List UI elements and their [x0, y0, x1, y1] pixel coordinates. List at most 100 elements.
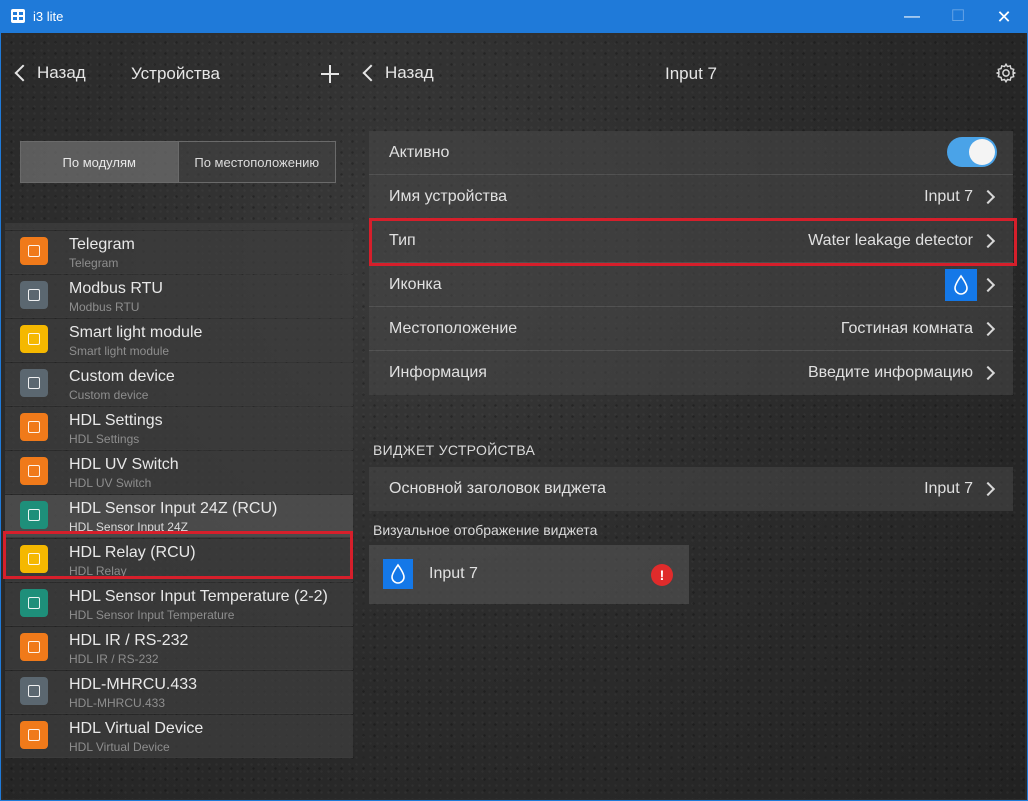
widget-preview[interactable]: Input 7 !: [369, 545, 689, 604]
device-list-item[interactable]: Custom device Custom device: [5, 363, 353, 406]
icon-label: Иконка: [389, 276, 442, 293]
device-name: HDL-MHRCU.433: [69, 676, 198, 693]
minimize-button[interactable]: —: [889, 1, 935, 33]
device-name: HDL IR / RS-232: [69, 632, 189, 649]
segment-by-modules[interactable]: По модулям: [21, 142, 178, 182]
info-row[interactable]: Информация Введите информацию: [369, 351, 1013, 395]
devices-header: Назад Устройства: [3, 33, 353, 113]
widget-preview-name: Input 7: [429, 565, 478, 582]
chevron-right-icon: [980, 321, 996, 337]
device-list-item[interactable]: HDL Sensor Input Temperature (2-2) HDL Se…: [5, 583, 353, 626]
device-name-label: Имя устройства: [389, 188, 508, 205]
device-list-item[interactable]: HDL-MHRCU.433 HDL-MHRCU.433: [5, 671, 353, 714]
detail-header: Назад Input 7: [353, 33, 1025, 113]
device-list-item[interactable]: HDL UV Switch HDL UV Switch: [5, 451, 353, 494]
telegram-icon: [20, 237, 48, 265]
app-content: Назад Устройства По модулям По местополо…: [3, 33, 1025, 799]
device-subtitle: HDL Sensor Input Temperature: [69, 608, 235, 622]
device-name: Modbus RTU: [69, 280, 163, 297]
device-subtitle: HDL Virtual Device: [69, 740, 170, 754]
chevron-right-icon: [980, 481, 996, 497]
app-window: i3 lite — ☐ ✕ Назад Устройства По модуля…: [0, 0, 1028, 801]
device-list-item[interactable]: HDL Virtual Device HDL Virtual Device: [5, 715, 353, 758]
device-name-value: Input 7: [924, 188, 973, 205]
widget-title-inner: Основной заголовок виджета Input 7: [369, 467, 1013, 511]
device-list-item[interactable]: HDL IR / RS-232 HDL IR / RS-232: [5, 627, 353, 670]
widget-title-row[interactable]: Основной заголовок виджета Input 7: [369, 467, 1013, 511]
widget-title-value: Input 7: [924, 480, 973, 497]
gear-icon[interactable]: [995, 62, 1017, 84]
device-name: Smart light module: [69, 324, 203, 341]
chevron-right-icon: [980, 365, 996, 381]
device-subtitle: Modbus RTU: [69, 300, 140, 314]
virtual-device-icon: [20, 721, 48, 749]
device-name: Telegram: [69, 236, 135, 253]
lightbulb-icon: [20, 325, 48, 353]
detail-title: Input 7: [665, 64, 717, 83]
back-label: Назад: [37, 63, 86, 82]
water-drop-icon: [383, 559, 413, 589]
device-settings-card: Активно Имя устройства Input 7 Тип Water…: [369, 131, 1013, 395]
info-value: Введите информацию: [807, 364, 973, 381]
water-drop-icon: [945, 269, 977, 301]
icon-row[interactable]: Иконка: [369, 263, 1013, 307]
add-device-icon[interactable]: [321, 65, 339, 83]
type-label: Тип: [389, 232, 416, 249]
window-title: i3 lite: [33, 9, 64, 24]
thermometer-icon: [20, 589, 48, 617]
devices-back-button[interactable]: Назад: [13, 63, 86, 83]
custom-device-icon: [20, 369, 48, 397]
device-name: HDL Virtual Device: [69, 720, 204, 737]
device-subtitle: HDL UV Switch: [69, 476, 152, 490]
device-subtitle: Smart light module: [69, 344, 170, 358]
device-subtitle: HDL Relay: [69, 564, 127, 578]
device-name: HDL UV Switch: [69, 456, 179, 473]
sensor-input-icon: [20, 501, 48, 529]
app-icon: [11, 9, 25, 23]
chevron-right-icon: [980, 189, 996, 205]
active-label: Активно: [389, 144, 450, 161]
device-name: Custom device: [69, 368, 175, 385]
device-subtitle: Custom device: [69, 388, 149, 402]
location-row[interactable]: Местоположение Гостиная комната: [369, 307, 1013, 351]
devices-title: Устройства: [131, 64, 220, 83]
grouping-segmented-control: По модулям По местоположению: [20, 141, 336, 183]
active-toggle[interactable]: [947, 137, 997, 167]
device-name: HDL Relay (RCU): [69, 544, 196, 561]
maximize-button[interactable]: ☐: [935, 1, 981, 33]
device-subtitle: HDL IR / RS-232: [69, 652, 159, 666]
device-list-item[interactable]: HDL Sensor Input 24Z (RCU) HDL Sensor Inp…: [5, 495, 353, 538]
widget-title-label: Основной заголовок виджета: [389, 480, 607, 497]
title-bar: i3 lite — ☐ ✕: [1, 1, 1027, 33]
close-button[interactable]: ✕: [981, 1, 1027, 33]
device-name-row[interactable]: Имя устройства Input 7: [369, 175, 1013, 219]
device-list-item[interactable]: Modbus RTU Modbus RTU: [5, 275, 353, 318]
device-list-item[interactable]: Smart light module Smart light module: [5, 319, 353, 362]
location-label: Местоположение: [389, 320, 518, 337]
device-subtitle: Telegram: [69, 256, 119, 270]
active-row: Активно: [369, 131, 1013, 175]
chevron-right-icon: [980, 233, 996, 249]
device-list-item[interactable]: HDL Settings HDL Settings: [5, 407, 353, 450]
device-name: HDL Sensor Input Temperature (2-2): [69, 588, 328, 605]
device-list[interactable]: Telegram Telegram Modbus RTU Modbus RTU Smar…: [5, 223, 353, 763]
settings-module-icon: [20, 413, 48, 441]
relay-icon: [20, 545, 48, 573]
info-label: Информация: [389, 364, 487, 381]
device-name: HDL Sensor Input 24Z (RCU): [69, 500, 278, 517]
type-value: Water leakage detector: [808, 232, 973, 249]
chevron-right-icon: [980, 277, 996, 293]
modbus-icon: [20, 281, 48, 309]
device-subtitle: HDL Sensor Input 24Z: [69, 520, 188, 534]
uv-switch-icon: [20, 457, 48, 485]
chevron-left-icon: [14, 64, 32, 82]
segment-by-location[interactable]: По местоположению: [177, 142, 335, 182]
device-list-item[interactable]: HDL Relay (RCU) HDL Relay: [5, 539, 353, 582]
device-list-item[interactable]: Telegram Telegram: [5, 231, 353, 274]
alert-icon: !: [651, 564, 673, 586]
location-value: Гостиная комната: [840, 320, 973, 337]
widget-section-title: ВИДЖЕТ УСТРОЙСТВА: [373, 442, 536, 458]
type-row[interactable]: Тип Water leakage detector: [369, 219, 1013, 263]
list-item-partial[interactable]: [5, 223, 353, 230]
device-subtitle: HDL Settings: [69, 432, 140, 446]
